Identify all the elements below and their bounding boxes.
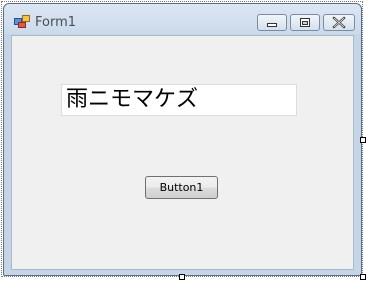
- minimize-icon: [267, 23, 277, 27]
- form-window: Form1 雨ニモマケズ Button1: [3, 3, 362, 276]
- window-title: Form1: [35, 15, 77, 30]
- minimize-button[interactable]: [257, 14, 287, 31]
- resize-handle-right[interactable]: [360, 137, 366, 143]
- title-bar[interactable]: Form1: [4, 4, 361, 35]
- resize-handle-bottom[interactable]: [179, 274, 185, 280]
- close-button[interactable]: [323, 14, 355, 31]
- maximize-button[interactable]: [290, 14, 320, 31]
- form-icon: [14, 15, 30, 28]
- maximize-icon: [300, 18, 310, 27]
- text-input[interactable]: 雨ニモマケズ: [61, 84, 297, 116]
- resize-handle-corner[interactable]: [360, 274, 366, 280]
- form-client-area: 雨ニモマケズ Button1: [11, 35, 354, 270]
- button1[interactable]: Button1: [145, 176, 218, 199]
- close-icon: [332, 16, 346, 29]
